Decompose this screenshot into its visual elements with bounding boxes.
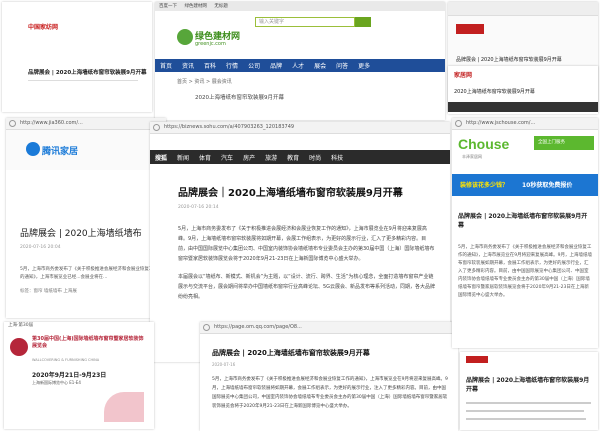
article-body: 5月，上海市商务委发布了《关于积极推进会展经济和会展业恢复工作的通知》，上海市展… (458, 245, 592, 298)
ad-text: 装修该花多少钱？ (460, 182, 509, 189)
article-title: 品牌展会 | 2020上海墙纸墙布窗帘软装展9月开幕 (466, 377, 590, 393)
site-logo-sub: 丰泽家居网 (462, 154, 482, 159)
globe-icon (9, 120, 16, 127)
screenshot-panel-4: http://www.jia360.com/... 腾讯家居 品牌展会 | 20… (6, 118, 166, 318)
expo-title: 第30届中国(上海)国际墙纸墙布窗帘暨家居软装饰展览会 (32, 336, 144, 349)
browser-tab[interactable]: 绿色建材网 (184, 4, 207, 9)
article-title: 品牌展会 | 2020上海墙纸墙布窗帘软装展9月开幕 (458, 213, 588, 229)
address-bar[interactable]: https://page.om.qq.com/page/O8... (200, 322, 458, 334)
nav-item[interactable]: 旅游 (260, 153, 282, 162)
nav-item[interactable]: 更多 (353, 61, 375, 70)
nav-item[interactable]: 问答 (331, 61, 353, 70)
expo-date: 2020年9月21日-9月23日 (32, 372, 107, 379)
site-logo-en: greenjc.com (195, 41, 226, 47)
article-title[interactable]: 品牌展会 | 2020上海墙纸布窗帘软装展9月开幕 (28, 68, 148, 76)
expo-logo-icon (10, 338, 28, 356)
sohu-logo[interactable]: 搜狐 (150, 153, 172, 162)
article-title: 品牌展会 | 2020上海墙纸墙布 (20, 229, 142, 239)
search-button[interactable] (355, 17, 371, 27)
expo-tag: 上海·第30届 (8, 323, 34, 328)
globe-icon (455, 120, 462, 127)
nav-item[interactable]: 时尚 (304, 153, 326, 162)
ad-banner[interactable]: 装修该花多少钱？ 10秒获取免费报价 (452, 174, 598, 196)
promo-banner[interactable]: 全国上门服务 (534, 136, 594, 150)
article-title[interactable]: 2020上海墙纸布窗帘软装展9月开幕 (454, 88, 594, 95)
site-logo-icon (466, 356, 488, 363)
lock-icon (153, 124, 160, 131)
nav-item[interactable]: 品牌 (265, 61, 287, 70)
article-body: 5月，上海市商务委发布了《关于积极推进会展经济和会展业恢复工作的通知》，上海市展… (20, 267, 158, 280)
screenshot-panel-10: 品牌展会 | 2020上海墙纸墙布窗帘软装展9月开幕 (460, 352, 598, 430)
address-bar[interactable]: http://www.jschouse.com/... (452, 118, 598, 130)
ad-highlight: 10秒获取免费报价 (522, 182, 573, 189)
article-title: 品牌展会 | 2020上海墙纸墙布窗帘软装展9月开幕 (212, 349, 370, 357)
nav-item[interactable]: 首页 (155, 61, 177, 70)
main-nav: 首页 资讯 百科 行情 公司 品牌 人才 展会 问答 更多 (155, 59, 445, 72)
browser-tab-bar: 百度一下 绿色建材网 无标题 (155, 2, 445, 11)
site-logo[interactable]: 腾讯家居 (42, 144, 78, 157)
nav-item[interactable]: 科技 (326, 153, 348, 162)
screenshot-panel-2: 百度一下 绿色建材网 无标题 输入关键字 绿色建材网 greenjc.com 首… (155, 2, 445, 120)
article-meta: 2020-07-16 20:04 (20, 245, 61, 250)
article-meta: 2020-07-16 20:14 (178, 205, 219, 210)
nav-item[interactable]: 教育 (282, 153, 304, 162)
screenshot-panel-1: 中国家纺网 品牌展会 | 2020上海墙纸布窗帘软装展9月开幕 (2, 2, 152, 112)
site-logo[interactable]: Chouse (458, 136, 509, 152)
address-bar[interactable]: http://www.jia360.com/... (6, 118, 166, 130)
screenshot-panel-6: 上海·第30届 第30届中国(上海)国际墙纸墙布窗帘暨家居软装饰展览会 WALL… (4, 322, 154, 429)
site-logo-icon (456, 24, 484, 34)
screenshot-panel-9: http://www.jschouse.com/... Chouse 丰泽家居网… (452, 118, 598, 348)
nav-item[interactable]: 人才 (287, 61, 309, 70)
article-meta: 2020-07-16 (212, 362, 236, 367)
nav-item[interactable]: 行情 (221, 61, 243, 70)
main-nav: 搜狐 新闻 体育 汽车 房产 旅游 教育 时尚 科技 (150, 150, 450, 164)
site-logo[interactable]: 中国家纺网 (28, 22, 58, 31)
nav-item[interactable]: 百科 (199, 61, 221, 70)
nav-item[interactable]: 房产 (238, 153, 260, 162)
article-tags: 标签：窗帘 墙纸墙布 上海展 (20, 289, 77, 294)
search-input[interactable]: 输入关键字 (255, 17, 355, 27)
screenshot-panel-7: https://page.om.qq.com/page/O8... 品牌展会 |… (200, 322, 458, 431)
browser-tab[interactable]: 无标题 (214, 4, 228, 9)
breadcrumb: 首页 > 资讯 > 展会资讯 (177, 79, 232, 85)
nav-item[interactable]: 新闻 (172, 153, 194, 162)
tencent-logo-icon (26, 142, 40, 156)
article-paragraph: 5月，上海市商务委发布了《关于积极推进会展经济和会展业恢复工作的通知》，上海市展… (178, 226, 435, 262)
decor-shape (104, 392, 144, 422)
screenshot-panel-8: 家居网 2020上海墙纸布窗帘软装展9月开幕 (448, 66, 598, 114)
leaf-logo-icon (177, 29, 193, 45)
nav-item[interactable]: 汽车 (216, 153, 238, 162)
article-title[interactable]: 品牌展会 | 2020上海墙纸布窗帘软装展9月开幕 (456, 56, 596, 63)
expo-subtitle: WALLCOVERING & FURNISHING CHINA (32, 358, 100, 362)
address-bar[interactable]: https://biznews.sohu.com/a/407903263_120… (150, 122, 450, 134)
nav-item[interactable]: 资讯 (177, 61, 199, 70)
article-subtitle: 2020上海墙纸布窗帘软装展9月开幕 (195, 95, 284, 101)
nav-bar (448, 102, 598, 112)
site-logo[interactable]: 家居网 (454, 70, 472, 79)
text-line (466, 410, 584, 412)
browser-tab[interactable]: 百度一下 (159, 4, 177, 9)
nav-item[interactable]: 体育 (194, 153, 216, 162)
lock-icon (203, 324, 210, 331)
article-title: 品牌展会｜2020上海墙纸墙布窗帘软装展9月开幕 (178, 188, 403, 199)
nav-item[interactable]: 公司 (243, 61, 265, 70)
expo-venue: 上海新国际博览中心 E1-E4 (32, 380, 81, 385)
text-line (466, 402, 591, 404)
nav-item[interactable]: 展会 (309, 61, 331, 70)
article-paragraph: 本届展会以“墙纸布、新模式、新机会”为主题，以“设计、流行、跨界、生活”为核心理… (178, 274, 436, 300)
divider (28, 80, 138, 81)
article-body: 5月，上海市商务委发布了《关于积极推进会展经济和会展业恢复工作的通知》，上海市展… (212, 377, 448, 409)
text-line (466, 418, 586, 420)
